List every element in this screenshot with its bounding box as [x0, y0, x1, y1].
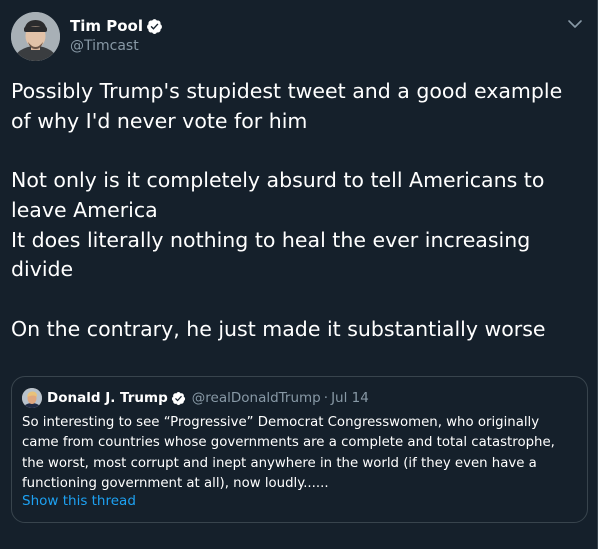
- quoted-header-separator: ·: [323, 390, 329, 406]
- quoted-author-avatar[interactable]: [22, 388, 42, 408]
- quoted-tweet[interactable]: Donald J. Trump @realDonaldTrump · Jul 1…: [11, 376, 588, 523]
- tweet-card[interactable]: Tim Pool @Timcast Possibly Trump's stupi…: [0, 0, 598, 549]
- quoted-author-display-name[interactable]: Donald J. Trump: [47, 390, 168, 406]
- verified-badge-icon: [147, 18, 162, 34]
- tweet-text: Possibly Trump's stupidest tweet and a g…: [11, 79, 563, 341]
- author-handle[interactable]: @Timcast: [70, 38, 139, 54]
- author-avatar[interactable]: [11, 12, 60, 61]
- quoted-tweet-date[interactable]: Jul 14: [331, 390, 369, 406]
- author-name-row[interactable]: Tim Pool: [70, 16, 163, 36]
- verified-badge-icon: [171, 391, 185, 405]
- chevron-down-icon[interactable]: [565, 14, 585, 34]
- author-display-name[interactable]: Tim Pool: [70, 17, 143, 35]
- show-thread-link[interactable]: Show this thread: [22, 493, 136, 509]
- quoted-tweet-text: So interesting to see “Progressive” Demo…: [22, 415, 555, 491]
- quoted-author-handle[interactable]: @realDonaldTrump: [192, 390, 321, 406]
- quoted-tweet-header[interactable]: Donald J. Trump @realDonaldTrump · Jul 1…: [22, 388, 369, 408]
